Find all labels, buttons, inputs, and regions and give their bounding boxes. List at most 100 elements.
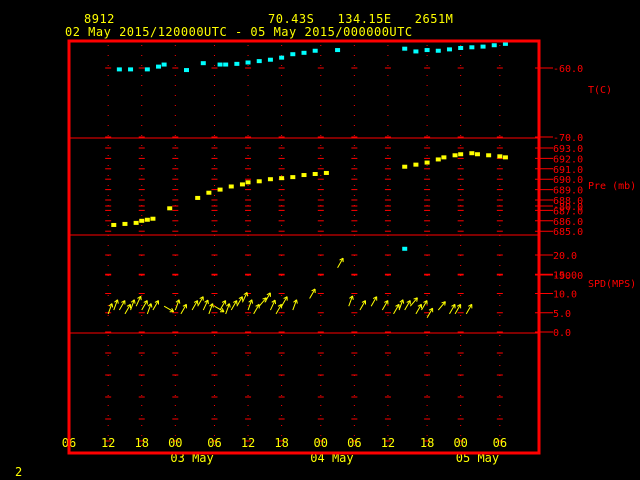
temperature-point [128, 67, 134, 72]
x-tick-label: 06 [347, 436, 361, 450]
wind-arrow [191, 300, 199, 311]
temperature-point [116, 67, 122, 72]
axis-label-pressure: Pre (mb) [588, 181, 636, 192]
pressure-point [217, 187, 223, 192]
page-number: 2 [15, 465, 23, 479]
x-tick-label: 00 [314, 436, 328, 450]
wind-arrow [449, 303, 456, 315]
y-tick-label: 10.0 [553, 290, 577, 301]
wind-arrow [236, 296, 243, 307]
x-tick-label: 18 [274, 436, 288, 450]
temperature-point [402, 46, 408, 51]
y-tick-label: 690.0 [553, 175, 583, 186]
pressure-point [502, 155, 508, 160]
wind-arrow [241, 291, 249, 303]
x-tick-label: 12 [241, 436, 255, 450]
axis-label-temperature: T(C) [588, 85, 612, 96]
wind-arrow [409, 297, 418, 307]
y-tick-label: 687.0 [553, 206, 583, 217]
temperature-point [402, 246, 408, 251]
temperature-point [234, 61, 240, 66]
wind-arrow [202, 299, 209, 311]
wind-arrow [398, 299, 405, 311]
temperature-point [312, 48, 318, 53]
grid-layer [69, 45, 539, 449]
labels-layer: -60.0-70.0-80.0-90.0T(C)693.0692.0691.06… [62, 64, 636, 465]
pressure-point [245, 180, 251, 185]
y-tick-label: 693.0 [553, 144, 583, 155]
wind-arrow [269, 299, 276, 311]
pressure-point [435, 157, 441, 162]
wind-arrow [337, 257, 344, 268]
y-tick-label: -70.0 [553, 133, 583, 144]
wind-arrow [180, 303, 187, 315]
temperature-point [267, 57, 273, 62]
pressure-point [424, 160, 430, 165]
x-tick-label: 06 [207, 436, 221, 450]
pressure-point [441, 155, 447, 160]
plot-frame [67, 39, 541, 455]
temperature-point [491, 43, 497, 48]
pressure-point [323, 170, 329, 175]
wind-arrow [421, 300, 428, 311]
x-tick-label: 12 [101, 436, 115, 450]
pressure-point [122, 221, 128, 226]
wind-arrow [359, 300, 367, 311]
pressure-point [301, 173, 307, 178]
wind-arrow [225, 303, 231, 315]
wind-arrow [381, 300, 389, 311]
temperature-point [200, 61, 206, 66]
wind-arrow [348, 295, 354, 307]
x-tick-label: 18 [420, 436, 434, 450]
wind-arrow [437, 301, 446, 311]
temperature-point [424, 48, 430, 53]
temperature-point [480, 44, 486, 49]
pressure-point [167, 206, 173, 211]
y-tick-label: 689.0 [553, 186, 583, 197]
temperature-point [156, 64, 162, 69]
temperature-point [256, 59, 262, 64]
wind-arrow [465, 303, 473, 315]
wind-arrow [163, 305, 175, 313]
wind-arrow [152, 300, 160, 311]
wind-arrow [230, 300, 238, 311]
pressure-point [279, 176, 285, 181]
x-tick-label: 00 [453, 436, 467, 450]
y-tick-label: 15.0 [553, 270, 577, 281]
temperature-point [446, 47, 452, 52]
x-tick-label: 06 [493, 436, 507, 450]
pressure-point [256, 179, 262, 184]
temperature-point [184, 68, 189, 73]
pressure-point [290, 175, 296, 180]
temperature-point [301, 50, 307, 55]
y-tick-label: 0.0 [553, 328, 571, 339]
wind-arrow [253, 303, 260, 315]
pressure-point [312, 172, 318, 176]
y-tick-label: 686.0 [553, 217, 583, 228]
pressure-point [486, 153, 492, 158]
temperature-point [458, 45, 464, 50]
marks-layer [107, 41, 508, 319]
y-tick-label: 5.0 [553, 309, 571, 320]
wind-arrow [197, 296, 204, 307]
pressure-point [413, 162, 419, 167]
x-tick-label: 12 [381, 436, 395, 450]
wind-arrow [404, 300, 411, 311]
wind-arrow [370, 296, 378, 307]
pressure-point [144, 217, 150, 222]
temperature-point [144, 67, 150, 72]
temperature-point [290, 52, 296, 57]
temperature-point [335, 48, 341, 53]
wind-arrow [415, 303, 422, 315]
y-tick-label: -60.0 [553, 64, 583, 75]
wind-arrow [393, 303, 400, 315]
pressure-point [239, 182, 245, 187]
temperature-point [245, 60, 251, 65]
y-tick-label: 685.0 [553, 227, 583, 238]
temperature-point [413, 49, 419, 54]
pressure-point [228, 184, 234, 189]
y-tick-label: 688.0 [553, 196, 583, 207]
y-tick-label: 692.0 [553, 154, 583, 165]
wind-arrow [309, 288, 316, 299]
temperature-point [435, 48, 441, 53]
